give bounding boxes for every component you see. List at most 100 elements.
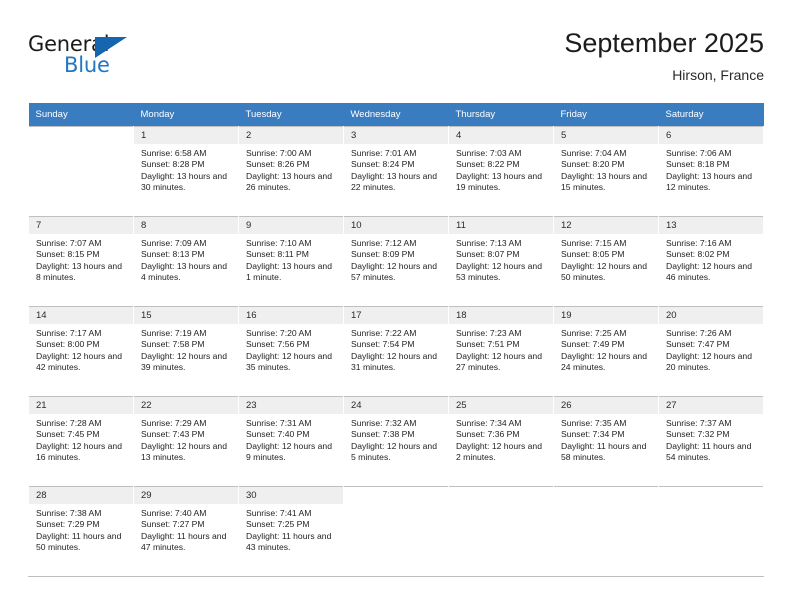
day-number [554, 486, 658, 504]
sunrise-text: Sunrise: 7:26 AM [666, 328, 732, 338]
day-number: 12 [554, 216, 658, 234]
calendar-day-cell[interactable]: 29 Sunrise: 7:40 AM Sunset: 7:27 PM Dayligh… [133, 486, 239, 576]
calendar-day-cell[interactable]: 26 Sunrise: 7:35 AM Sunset: 7:34 PM Dayligh… [553, 396, 659, 486]
day-number: 6 [659, 126, 763, 144]
daylight-text: Daylight: 11 hours and 50 minutes. [36, 530, 122, 553]
day-details: Sunrise: 7:04 AM Sunset: 8:20 PM Daylight:… [554, 144, 658, 194]
sunrise-text: Sunrise: 6:58 AM [141, 148, 207, 158]
calendar-day-cell[interactable]: 19 Sunrise: 7:25 AM Sunset: 7:49 PM Dayligh… [553, 306, 659, 396]
calendar-day-cell[interactable]: 4 Sunrise: 7:03 AM Sunset: 8:22 PM Daylight… [448, 126, 554, 216]
weekday-header-thursday: Thursday [448, 103, 554, 126]
calendar-week-row: 14 Sunrise: 7:17 AM Sunset: 8:00 PM Dayligh… [28, 306, 764, 396]
day-number: 20 [659, 306, 763, 324]
calendar-day-cell[interactable]: 17 Sunrise: 7:22 AM Sunset: 7:54 PM Dayligh… [343, 306, 449, 396]
calendar-day-cell[interactable]: 25 Sunrise: 7:34 AM Sunset: 7:36 PM Dayligh… [448, 396, 554, 486]
day-details: Sunrise: 7:25 AM Sunset: 7:49 PM Daylight:… [554, 324, 658, 374]
day-number [29, 126, 133, 144]
calendar-week-row: 7 Sunrise: 7:07 AM Sunset: 8:15 PM Daylight… [28, 216, 764, 306]
day-cell-inner: 16 Sunrise: 7:20 AM Sunset: 7:56 PM Dayligh… [239, 306, 343, 396]
sunset-text: Sunset: 8:02 PM [666, 249, 730, 260]
calendar-day-cell [28, 126, 134, 216]
calendar-day-cell[interactable]: 21 Sunrise: 7:28 AM Sunset: 7:45 PM Dayligh… [28, 396, 134, 486]
page-title: September 2025 [564, 28, 764, 58]
sunset-text: Sunset: 7:54 PM [351, 339, 415, 350]
sunset-text: Sunset: 8:05 PM [561, 249, 625, 260]
calendar-day-cell[interactable]: 20 Sunrise: 7:26 AM Sunset: 7:47 PM Dayligh… [658, 306, 764, 396]
calendar-day-cell [448, 486, 554, 576]
sunset-text: Sunset: 7:58 PM [141, 339, 205, 350]
calendar-day-cell[interactable]: 10 Sunrise: 7:12 AM Sunset: 8:09 PM Dayligh… [343, 216, 449, 306]
day-number: 5 [554, 126, 658, 144]
day-number: 14 [29, 306, 133, 324]
calendar-day-cell[interactable]: 11 Sunrise: 7:13 AM Sunset: 8:07 PM Dayligh… [448, 216, 554, 306]
day-details: Sunrise: 7:16 AM Sunset: 8:02 PM Daylight:… [659, 234, 763, 284]
sunrise-text: Sunrise: 7:41 AM [246, 508, 312, 518]
day-cell-inner: 9 Sunrise: 7:10 AM Sunset: 8:11 PM Daylight… [239, 216, 343, 306]
day-details: Sunrise: 7:38 AM Sunset: 7:29 PM Daylight:… [29, 504, 133, 554]
calendar-day-cell[interactable]: 3 Sunrise: 7:01 AM Sunset: 8:24 PM Daylight… [343, 126, 449, 216]
sunset-text: Sunset: 7:51 PM [456, 339, 520, 350]
day-cell-inner: 4 Sunrise: 7:03 AM Sunset: 8:22 PM Daylight… [449, 126, 553, 216]
sunset-text: Sunset: 7:56 PM [246, 339, 310, 350]
calendar-day-cell[interactable]: 6 Sunrise: 7:06 AM Sunset: 8:18 PM Daylight… [658, 126, 764, 216]
day-cell-inner [554, 486, 658, 576]
day-details: Sunrise: 7:09 AM Sunset: 8:13 PM Daylight:… [134, 234, 238, 284]
sunrise-text: Sunrise: 7:12 AM [351, 238, 417, 248]
calendar-day-cell[interactable]: 16 Sunrise: 7:20 AM Sunset: 7:56 PM Dayligh… [238, 306, 344, 396]
sunset-text: Sunset: 8:18 PM [666, 159, 730, 170]
calendar-day-cell[interactable]: 18 Sunrise: 7:23 AM Sunset: 7:51 PM Dayligh… [448, 306, 554, 396]
daylight-text: Daylight: 12 hours and 35 minutes. [246, 350, 332, 373]
calendar-day-cell[interactable]: 13 Sunrise: 7:16 AM Sunset: 8:02 PM Dayligh… [658, 216, 764, 306]
sunrise-text: Sunrise: 7:19 AM [141, 328, 207, 338]
calendar-day-cell[interactable]: 12 Sunrise: 7:15 AM Sunset: 8:05 PM Dayligh… [553, 216, 659, 306]
sunrise-text: Sunrise: 7:13 AM [456, 238, 522, 248]
day-cell-inner [449, 486, 553, 576]
day-details: Sunrise: 7:29 AM Sunset: 7:43 PM Daylight:… [134, 414, 238, 464]
calendar-day-cell[interactable]: 27 Sunrise: 7:37 AM Sunset: 7:32 PM Dayligh… [658, 396, 764, 486]
day-number: 15 [134, 306, 238, 324]
daylight-text: Daylight: 13 hours and 8 minutes. [36, 260, 122, 283]
sunrise-text: Sunrise: 7:38 AM [36, 508, 102, 518]
sunset-text: Sunset: 7:29 PM [36, 519, 100, 530]
calendar-day-cell[interactable]: 9 Sunrise: 7:10 AM Sunset: 8:11 PM Daylight… [238, 216, 344, 306]
calendar-day-cell[interactable]: 5 Sunrise: 7:04 AM Sunset: 8:20 PM Daylight… [553, 126, 659, 216]
calendar-day-cell[interactable]: 15 Sunrise: 7:19 AM Sunset: 7:58 PM Dayligh… [133, 306, 239, 396]
day-details: Sunrise: 7:23 AM Sunset: 7:51 PM Daylight:… [449, 324, 553, 374]
day-details: Sunrise: 7:34 AM Sunset: 7:36 PM Daylight:… [449, 414, 553, 464]
weekday-header-row: Sunday Monday Tuesday Wednesday Thursday… [28, 103, 764, 126]
day-details: Sunrise: 7:26 AM Sunset: 7:47 PM Daylight:… [659, 324, 763, 374]
day-number: 25 [449, 396, 553, 414]
day-number: 19 [554, 306, 658, 324]
daylight-text: Daylight: 12 hours and 2 minutes. [456, 440, 542, 463]
day-cell-inner: 14 Sunrise: 7:17 AM Sunset: 8:00 PM Dayligh… [29, 306, 133, 396]
page-header: General Blue September 2025 Hirson, Fran… [28, 26, 764, 96]
calendar-day-cell[interactable]: 2 Sunrise: 7:00 AM Sunset: 8:26 PM Daylight… [238, 126, 344, 216]
calendar-day-cell[interactable]: 7 Sunrise: 7:07 AM Sunset: 8:15 PM Daylight… [28, 216, 134, 306]
day-details: Sunrise: 7:10 AM Sunset: 8:11 PM Daylight:… [239, 234, 343, 284]
calendar-body: 1 Sunrise: 6:58 AM Sunset: 8:28 PM Daylight… [28, 126, 764, 576]
sunset-text: Sunset: 8:26 PM [246, 159, 310, 170]
calendar-day-cell[interactable]: 28 Sunrise: 7:38 AM Sunset: 7:29 PM Dayligh… [28, 486, 134, 576]
calendar-day-cell[interactable]: 8 Sunrise: 7:09 AM Sunset: 8:13 PM Daylight… [133, 216, 239, 306]
calendar-day-cell[interactable]: 22 Sunrise: 7:29 AM Sunset: 7:43 PM Dayligh… [133, 396, 239, 486]
day-details: Sunrise: 7:19 AM Sunset: 7:58 PM Daylight:… [134, 324, 238, 374]
general-blue-logo[interactable]: General Blue [28, 32, 228, 88]
daylight-text: Daylight: 12 hours and 20 minutes. [666, 350, 752, 373]
calendar-week-row: 21 Sunrise: 7:28 AM Sunset: 7:45 PM Dayligh… [28, 396, 764, 486]
daylight-text: Daylight: 12 hours and 57 minutes. [351, 260, 437, 283]
calendar-day-cell[interactable]: 23 Sunrise: 7:31 AM Sunset: 7:40 PM Dayligh… [238, 396, 344, 486]
calendar-day-cell[interactable]: 1 Sunrise: 6:58 AM Sunset: 8:28 PM Daylight… [133, 126, 239, 216]
day-cell-inner: 27 Sunrise: 7:37 AM Sunset: 7:32 PM Dayligh… [659, 396, 763, 486]
calendar-day-cell[interactable]: 14 Sunrise: 7:17 AM Sunset: 8:00 PM Dayligh… [28, 306, 134, 396]
day-details: Sunrise: 6:58 AM Sunset: 8:28 PM Daylight:… [134, 144, 238, 194]
sunset-text: Sunset: 7:49 PM [561, 339, 625, 350]
calendar-day-cell [553, 486, 659, 576]
sunset-text: Sunset: 7:25 PM [246, 519, 310, 530]
calendar-day-cell[interactable]: 24 Sunrise: 7:32 AM Sunset: 7:38 PM Dayligh… [343, 396, 449, 486]
sunset-text: Sunset: 8:22 PM [456, 159, 520, 170]
day-cell-inner [29, 126, 133, 216]
sunset-text: Sunset: 8:11 PM [246, 249, 309, 260]
day-number [449, 486, 553, 504]
sunrise-text: Sunrise: 7:15 AM [561, 238, 627, 248]
calendar-day-cell[interactable]: 30 Sunrise: 7:41 AM Sunset: 7:25 PM Dayligh… [238, 486, 344, 576]
